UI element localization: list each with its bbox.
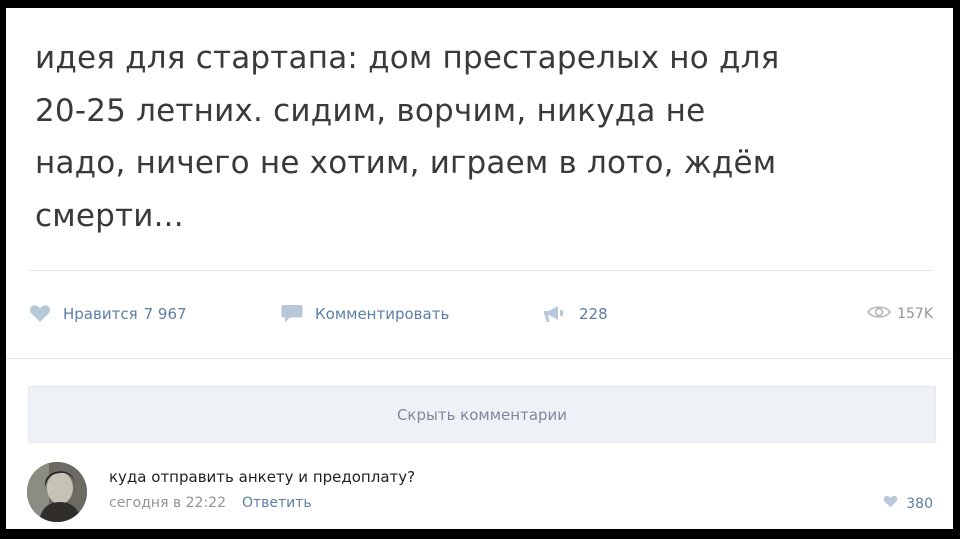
comment-like-count: 380 [906,495,933,512]
post-actions-bar: Нравится 7 967 Комментировать 228 157K [29,298,933,328]
like-label: Нравится [63,304,138,323]
comment-button[interactable]: Комментировать [281,304,449,324]
megaphone-icon [543,304,567,324]
comment-like-button[interactable]: 380 [883,495,933,512]
eye-icon [867,304,892,324]
views-counter: 157K [867,304,933,324]
post-text: идея для стартапа: дом престарелых но дл… [35,40,780,234]
comment-label: Комментировать [315,305,450,323]
hide-comments-button[interactable]: Скрыть комментарии [28,386,936,443]
like-count: 7 967 [143,304,187,323]
comment-item: куда отправить анкету и предоплату? сего… [6,457,953,529]
like-button[interactable]: Нравится 7 967 [29,304,187,323]
post-card: идея для стартапа: дом престарелых но дл… [6,8,953,529]
divider [29,270,933,271]
heart-icon [29,304,51,323]
share-button[interactable]: 228 [543,304,608,324]
reply-button[interactable]: Ответить [242,495,312,511]
comment-meta: сегодня в 22:22 Ответить [109,495,312,511]
avatar[interactable] [27,462,87,522]
comment-text: куда отправить анкету и предоплату? [109,468,416,486]
comment-timestamp: сегодня в 22:22 [109,495,226,511]
share-count: 228 [579,305,608,323]
heart-icon [883,495,898,512]
divider [6,358,953,359]
views-count: 157K [897,306,933,322]
speech-bubble-icon [281,304,303,324]
